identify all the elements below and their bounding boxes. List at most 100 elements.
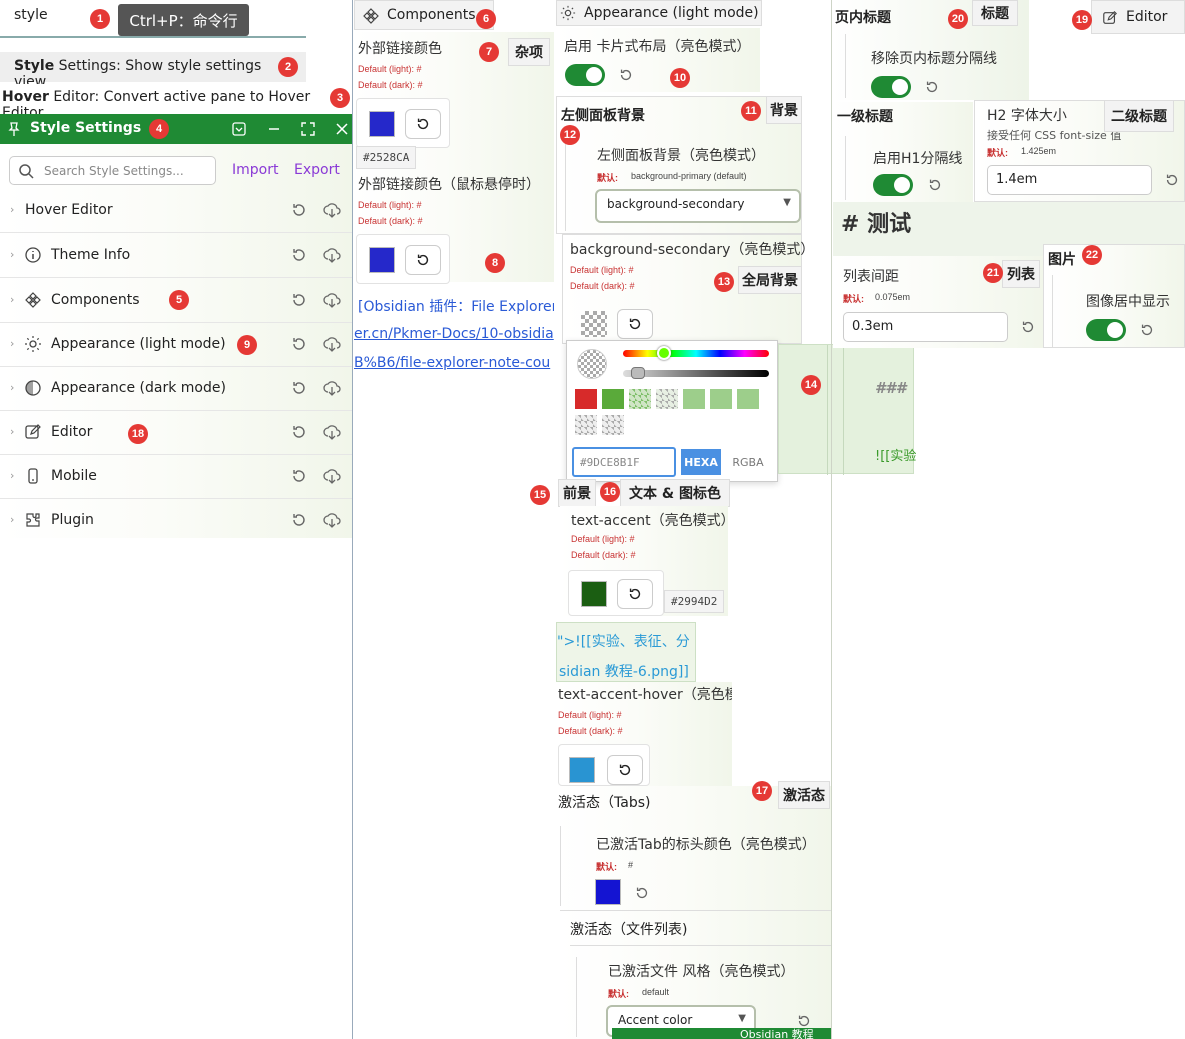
callout-badge: 9 <box>237 335 257 355</box>
reset-icon[interactable] <box>290 201 308 219</box>
reset-icon[interactable] <box>1139 322 1155 338</box>
h2-size-input[interactable]: 1.4em <box>987 165 1152 195</box>
chevron-right-icon: › <box>10 381 15 394</box>
reset-icon[interactable] <box>290 379 308 397</box>
close-icon[interactable] <box>334 121 350 137</box>
minimize-icon[interactable] <box>266 121 282 137</box>
export-icon[interactable] <box>323 467 341 485</box>
reset-icon[interactable] <box>927 177 943 193</box>
components-icon <box>363 8 379 24</box>
external-link[interactable]: er.cn/Pkmer-Docs/10-obsidia <box>354 326 554 342</box>
left-bg-select[interactable]: background-secondary ▼ <box>595 189 801 223</box>
export-icon[interactable] <box>323 379 341 397</box>
h1-separator-toggle[interactable] <box>873 174 913 196</box>
preset-swatch[interactable] <box>629 389 651 409</box>
reset-button[interactable] <box>607 755 643 785</box>
appearance-header[interactable]: Appearance (light mode) <box>556 0 762 26</box>
maximize-icon[interactable] <box>300 121 316 137</box>
components-header[interactable]: Components <box>354 0 494 30</box>
edit-icon <box>25 424 41 439</box>
reset-button[interactable] <box>405 245 441 275</box>
settings-item-appearance-dark[interactable]: › Appearance (dark mode) <box>0 367 352 411</box>
snippet-preview: ">![[实验、表征、分 sidian 教程-6.png]] <box>556 622 696 682</box>
transparent-swatch[interactable] <box>581 311 607 337</box>
hue-handle[interactable] <box>657 346 671 360</box>
settings-item-mobile[interactable]: › Mobile <box>0 455 352 499</box>
color-swatch[interactable] <box>369 247 395 273</box>
color-swatch[interactable] <box>569 757 595 783</box>
collapse-icon[interactable] <box>231 121 247 137</box>
callout-badge: 17 <box>752 781 772 801</box>
export-icon[interactable] <box>323 246 341 264</box>
preset-swatch[interactable] <box>575 389 597 409</box>
export-icon[interactable] <box>323 511 341 529</box>
card-layout-toggle[interactable] <box>565 64 605 86</box>
reset-icon[interactable] <box>290 246 308 264</box>
external-link[interactable]: [Obsidian 插件：File Explorer <box>358 296 554 316</box>
list-spacing-input[interactable]: 0.3em <box>843 312 1008 342</box>
hex-input[interactable]: #9DCE8B1F <box>572 447 676 477</box>
export-icon[interactable] <box>323 423 341 441</box>
mode-rgba-button[interactable]: RGBA <box>725 449 771 475</box>
image-center-toggle[interactable] <box>1086 319 1126 341</box>
preset-swatch[interactable] <box>575 415 597 435</box>
alpha-handle[interactable] <box>631 367 645 379</box>
reset-icon[interactable] <box>290 467 308 485</box>
command-item-style[interactable]: Style Settings: Show style settings view <box>0 52 306 90</box>
reset-icon[interactable] <box>924 79 940 95</box>
reset-icon[interactable] <box>634 885 650 901</box>
column-divider <box>831 0 832 1039</box>
preset-swatch[interactable] <box>602 389 624 409</box>
indent-line <box>845 136 846 200</box>
settings-item-editor[interactable]: › Editor <box>0 411 352 455</box>
mode-hexa-button[interactable]: HEXA <box>681 449 721 475</box>
preset-swatch[interactable] <box>656 389 678 409</box>
badge-number: 13 <box>717 276 731 288</box>
search-input[interactable]: Search Style Settings... <box>9 156 216 185</box>
reset-icon[interactable] <box>290 511 308 529</box>
external-link[interactable]: B%B6/file-explorer-note-cou <box>354 355 550 371</box>
reset-icon[interactable] <box>290 423 308 441</box>
reset-icon[interactable] <box>290 335 308 353</box>
badge-number: 21 <box>986 267 1000 279</box>
reset-icon[interactable] <box>796 1013 812 1029</box>
reset-icon[interactable] <box>1164 172 1180 188</box>
reset-icon[interactable] <box>618 67 634 83</box>
preset-swatch[interactable] <box>683 389 705 409</box>
settings-item-appearance-light[interactable]: › Appearance (light mode) <box>0 323 352 367</box>
default-light: Default (light): # <box>570 265 634 275</box>
callout-badge: 1 <box>90 9 110 29</box>
command-item-hover[interactable]: Hover Editor: Convert active pane to Hov… <box>0 84 352 121</box>
preset-swatch[interactable] <box>737 389 759 409</box>
indent-line <box>1052 275 1053 347</box>
h1-section: 一级标题 启用H1分隔线 <box>833 102 973 202</box>
section-title: 一级标题 <box>837 109 893 125</box>
import-button[interactable]: Import <box>232 162 278 178</box>
badge-number: 10 <box>673 72 687 84</box>
callout-badge: 18 <box>128 424 148 444</box>
export-icon[interactable] <box>323 335 341 353</box>
export-icon[interactable] <box>323 291 341 309</box>
reset-icon[interactable] <box>290 291 308 309</box>
export-button[interactable]: Export <box>294 162 340 178</box>
settings-item-theme-info[interactable]: › Theme Info <box>0 234 352 278</box>
hue-slider[interactable] <box>623 350 769 357</box>
default-light: Default (light): # <box>358 64 422 74</box>
reset-icon[interactable] <box>1020 319 1036 335</box>
reset-button[interactable] <box>405 109 441 139</box>
settings-item-plugin[interactable]: › Plugin <box>0 499 352 543</box>
remove-separator-toggle[interactable] <box>871 76 911 98</box>
settings-item-hover-editor[interactable]: › Hover Editor <box>0 189 352 233</box>
preset-swatch[interactable] <box>710 389 732 409</box>
color-swatch[interactable] <box>581 581 607 607</box>
callout-badge: 12 <box>560 125 580 145</box>
color-swatch[interactable] <box>369 111 395 137</box>
preset-swatch[interactable] <box>602 415 624 435</box>
badge-number: 4 <box>155 123 163 135</box>
export-icon[interactable] <box>323 201 341 219</box>
color-swatch[interactable] <box>595 879 621 905</box>
pin-icon[interactable] <box>6 121 22 137</box>
reset-button[interactable] <box>617 579 653 609</box>
reset-button[interactable] <box>617 309 653 339</box>
editor-tab[interactable]: Editor <box>1091 0 1185 34</box>
